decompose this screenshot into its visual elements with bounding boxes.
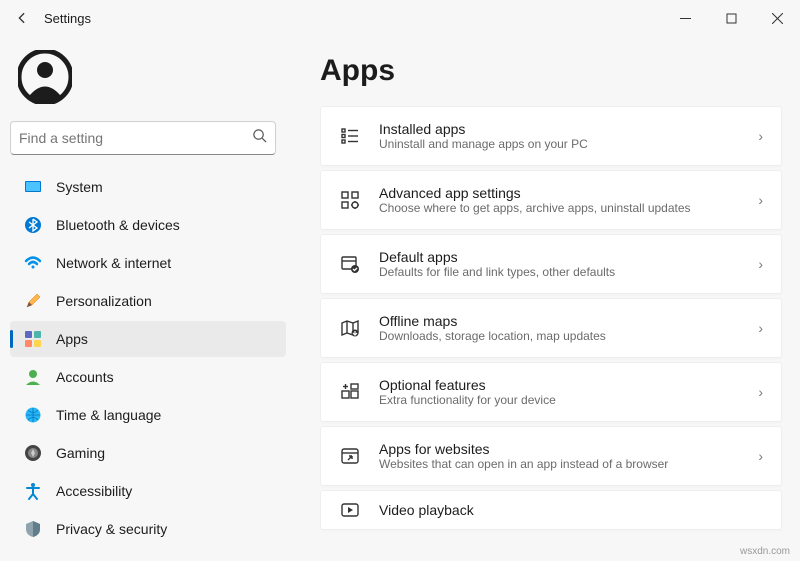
card-subtitle: Choose where to get apps, archive apps, … [379,201,748,215]
map-icon [339,317,361,339]
card-offline-maps[interactable]: Offline maps Downloads, storage location… [320,298,782,358]
card-text: Default apps Defaults for file and link … [379,249,748,279]
sidebar-item-label: Accounts [56,369,114,385]
globe-clock-icon [24,406,42,424]
card-text: Optional features Extra functionality fo… [379,377,748,407]
card-subtitle: Websites that can open in an app instead… [379,457,748,471]
user-avatar[interactable] [18,50,286,109]
person-icon [24,368,42,386]
grid-gear-icon [339,189,361,211]
sidebar-item-label: Personalization [56,293,152,309]
chevron-right-icon: › [758,128,763,144]
video-icon [339,499,361,521]
sidebar-item-network[interactable]: Network & internet [10,245,286,281]
shield-icon [24,520,42,538]
close-button[interactable] [754,0,800,36]
card-default-apps[interactable]: Default apps Defaults for file and link … [320,234,782,294]
card-text: Offline maps Downloads, storage location… [379,313,748,343]
monitor-icon [24,178,42,196]
card-text: Advanced app settings Choose where to ge… [379,185,748,215]
gamepad-icon [24,444,42,462]
titlebar: Settings [0,0,800,36]
search-icon [252,128,267,148]
window-link-icon [339,445,361,467]
window-title: Settings [44,11,91,26]
sidebar-item-apps[interactable]: Apps [10,321,286,357]
arrow-left-icon [15,11,29,25]
card-title: Advanced app settings [379,185,748,201]
minimize-icon [680,13,691,24]
card-apps-websites[interactable]: Apps for websites Websites that can open… [320,426,782,486]
card-optional-features[interactable]: Optional features Extra functionality fo… [320,362,782,422]
grid-plus-icon [339,381,361,403]
card-subtitle: Uninstall and manage apps on your PC [379,137,748,151]
paintbrush-icon [24,292,42,310]
card-advanced-settings[interactable]: Advanced app settings Choose where to ge… [320,170,782,230]
window-check-icon [339,253,361,275]
bluetooth-icon [24,216,42,234]
chevron-right-icon: › [758,256,763,272]
card-title: Offline maps [379,313,748,329]
apps-icon [24,330,42,348]
sidebar-item-personalization[interactable]: Personalization [10,283,286,319]
chevron-right-icon: › [758,384,763,400]
sidebar-item-accessibility[interactable]: Accessibility [10,473,286,509]
avatar-icon [18,50,72,104]
card-subtitle: Downloads, storage location, map updates [379,329,748,343]
card-text: Apps for websites Websites that can open… [379,441,748,471]
sidebar-item-bluetooth[interactable]: Bluetooth & devices [10,207,286,243]
sidebar-item-label: Privacy & security [56,521,167,537]
chevron-right-icon: › [758,448,763,464]
list-icon [339,125,361,147]
card-subtitle: Extra functionality for your device [379,393,748,407]
maximize-button[interactable] [708,0,754,36]
chevron-right-icon: › [758,192,763,208]
maximize-icon [726,13,737,24]
card-text: Video playback [379,502,763,518]
search-box[interactable] [10,121,276,155]
sidebar-item-label: System [56,179,103,195]
accessibility-icon [24,482,42,500]
watermark: wsxdn.com [740,546,790,557]
sidebar-item-time-language[interactable]: Time & language [10,397,286,433]
search-input[interactable] [19,130,252,146]
sidebar-item-accounts[interactable]: Accounts [10,359,286,395]
close-icon [772,13,783,24]
sidebar-item-label: Bluetooth & devices [56,217,180,233]
card-video-playback[interactable]: Video playback [320,490,782,530]
card-title: Video playback [379,502,763,518]
sidebar-item-gaming[interactable]: Gaming [10,435,286,471]
sidebar-item-label: Time & language [56,407,161,423]
back-button[interactable] [8,4,36,32]
card-installed-apps[interactable]: Installed apps Uninstall and manage apps… [320,106,782,166]
content-area: System Bluetooth & devices Network & int… [0,36,800,561]
sidebar-item-label: Accessibility [56,483,132,499]
sidebar-item-label: Gaming [56,445,105,461]
window-controls [662,0,800,36]
card-title: Default apps [379,249,748,265]
nav-list: System Bluetooth & devices Network & int… [10,169,286,547]
minimize-button[interactable] [662,0,708,36]
sidebar-item-system[interactable]: System [10,169,286,205]
sidebar-item-privacy[interactable]: Privacy & security [10,511,286,547]
card-title: Apps for websites [379,441,748,457]
chevron-right-icon: › [758,320,763,336]
card-title: Installed apps [379,121,748,137]
card-subtitle: Defaults for file and link types, other … [379,265,748,279]
card-text: Installed apps Uninstall and manage apps… [379,121,748,151]
wifi-icon [24,254,42,272]
sidebar-item-label: Apps [56,331,88,347]
sidebar-item-label: Network & internet [56,255,171,271]
page-title: Apps [320,54,782,88]
main-panel: Apps Installed apps Uninstall and manage… [290,36,800,561]
card-title: Optional features [379,377,748,393]
sidebar: System Bluetooth & devices Network & int… [0,36,290,561]
